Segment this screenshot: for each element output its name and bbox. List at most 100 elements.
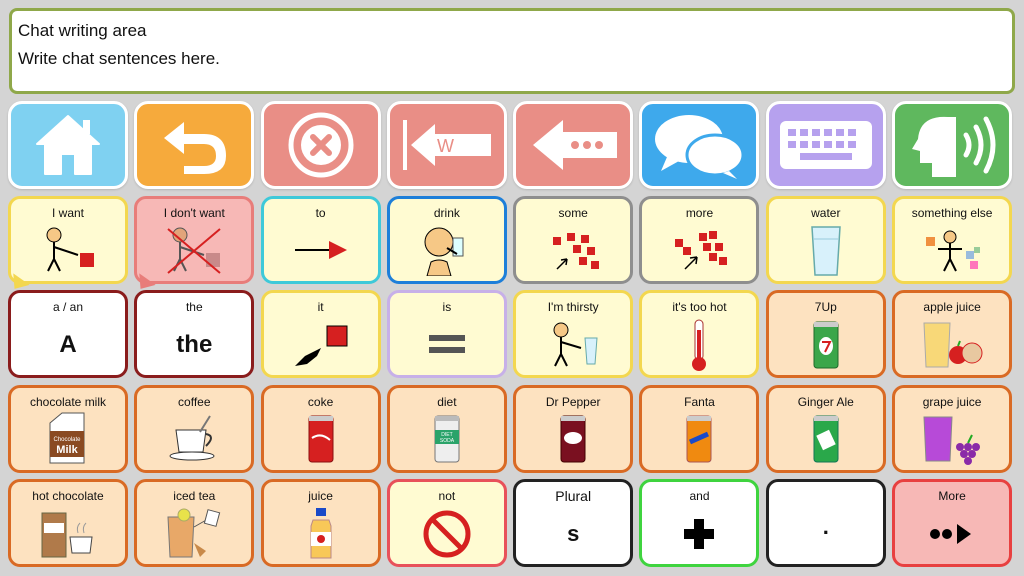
symbol-im-thirsty[interactable]: I'm thirsty bbox=[513, 290, 634, 378]
chocolate-milk-carton-icon: ChocolateMilk bbox=[49, 412, 85, 464]
symbol-it[interactable]: it bbox=[260, 290, 381, 378]
undo-arrow-icon bbox=[164, 122, 227, 174]
home-button[interactable] bbox=[8, 101, 128, 189]
cell-label: chocolate milk bbox=[29, 394, 107, 409]
fanta-can-icon bbox=[686, 415, 712, 463]
symbol-fanta[interactable]: Fanta bbox=[639, 384, 760, 473]
symbol-i-want[interactable]: I want bbox=[8, 195, 128, 284]
backspace-icon bbox=[533, 120, 618, 170]
cell-label: it bbox=[317, 300, 324, 314]
cell-label: hot chocolate bbox=[32, 489, 104, 503]
symbol-grid: W I want I don't want to drink some more… bbox=[8, 101, 1016, 567]
symbol-chocolate-milk[interactable]: chocolate milk Chocolate Milk bbox=[8, 384, 128, 473]
person-drinking-icon bbox=[424, 227, 464, 276]
chat-writing-area[interactable]: Chat writing area Write chat sentences h… bbox=[9, 8, 1015, 94]
cell-label: iced tea bbox=[173, 489, 216, 503]
grape-juice-icon bbox=[923, 416, 981, 465]
symbol-not[interactable]: not bbox=[386, 479, 507, 567]
cell-label: the bbox=[185, 300, 203, 314]
equals-icon bbox=[428, 334, 465, 353]
something-else-icon bbox=[926, 230, 981, 272]
symbol-juice[interactable]: juice bbox=[260, 479, 381, 567]
cell-label: juice bbox=[308, 489, 333, 503]
undo-button[interactable] bbox=[134, 101, 255, 189]
clear-button[interactable] bbox=[260, 101, 381, 189]
symbol-hot-chocolate[interactable]: hot chocolate bbox=[8, 479, 128, 567]
cell-label: diet bbox=[437, 394, 457, 409]
clear-x-icon bbox=[288, 112, 354, 178]
person-refusing-icon bbox=[167, 227, 221, 274]
cell-label: Plural bbox=[555, 488, 592, 504]
a-an-symbol: A bbox=[59, 330, 77, 358]
cell-label: some bbox=[558, 205, 588, 220]
juice-bottle-icon bbox=[310, 507, 332, 558]
symbol-ginger-ale[interactable]: Ginger Ale bbox=[765, 384, 886, 473]
symbol-iced-tea[interactable]: iced tea bbox=[134, 479, 255, 567]
cell-label: it's too hot bbox=[672, 300, 727, 314]
delete-word-letter: W bbox=[437, 136, 454, 156]
symbol-to[interactable]: to bbox=[260, 195, 381, 284]
symbol-diet[interactable]: diet DIET SODA bbox=[386, 384, 507, 473]
cell-label: is bbox=[442, 300, 452, 314]
dr-pepper-can-icon bbox=[560, 415, 586, 463]
cell-label: a / an bbox=[52, 300, 84, 314]
cell-label: More bbox=[938, 489, 966, 503]
cell-label: something else bbox=[911, 205, 993, 220]
symbol-coffee[interactable]: coffee bbox=[134, 384, 255, 473]
speak-icon bbox=[912, 116, 996, 177]
person-reaching-icon bbox=[46, 227, 94, 272]
cell-label: and bbox=[689, 489, 710, 503]
keyboard-icon bbox=[779, 121, 872, 169]
symbol-some[interactable]: some bbox=[513, 195, 634, 284]
cell-label: not bbox=[438, 489, 456, 503]
symbol-7up[interactable]: 7Up bbox=[765, 290, 886, 378]
ginger-ale-can-icon bbox=[813, 415, 839, 463]
symbol-apple-juice[interactable]: apple juice bbox=[892, 290, 1013, 378]
more-arrow-icon bbox=[930, 523, 972, 544]
more-blocks-icon bbox=[675, 231, 728, 270]
symbol-plural[interactable]: Plural s bbox=[513, 479, 634, 567]
delete-word-button[interactable]: W bbox=[386, 101, 507, 189]
some-blocks-icon bbox=[553, 233, 600, 270]
cell-label: apple juice bbox=[923, 300, 981, 314]
symbol-and[interactable]: and bbox=[639, 479, 760, 567]
symbol-grape-juice[interactable]: grape juice bbox=[892, 384, 1013, 473]
cell-label: coffee bbox=[178, 394, 211, 409]
cell-label: Fanta bbox=[684, 394, 715, 409]
cell-label: I'm thirsty bbox=[547, 300, 599, 314]
apple-juice-icon bbox=[923, 322, 983, 367]
symbol-dr-pepper[interactable]: Dr Pepper bbox=[513, 384, 634, 473]
symbol-water[interactable]: water bbox=[765, 195, 886, 284]
cell-label: I want bbox=[51, 205, 84, 220]
symbol-period[interactable]: . bbox=[765, 479, 886, 567]
more-page-button[interactable]: More bbox=[892, 479, 1013, 567]
cell-label: Dr Pepper bbox=[545, 394, 601, 409]
cell-label: more bbox=[685, 205, 714, 220]
symbol-a-an[interactable]: a / an A bbox=[8, 290, 128, 378]
svg-text:SODA: SODA bbox=[440, 438, 455, 444]
cell-label: grape juice bbox=[922, 394, 982, 409]
symbol-its-too-hot[interactable]: it's too hot bbox=[639, 290, 760, 378]
cell-label: I don't want bbox=[163, 205, 225, 220]
symbol-the[interactable]: the the bbox=[134, 290, 255, 378]
hot-chocolate-icon bbox=[41, 512, 93, 557]
keyboard-button[interactable] bbox=[765, 101, 886, 189]
chat-button[interactable] bbox=[639, 101, 760, 189]
backspace-button[interactable] bbox=[513, 101, 634, 189]
symbol-is[interactable]: is bbox=[386, 290, 507, 378]
cell-label: water bbox=[811, 205, 841, 220]
symbol-i-dont-want[interactable]: I don't want bbox=[134, 195, 255, 284]
the-symbol: the bbox=[176, 330, 213, 358]
pointing-hand-icon bbox=[294, 325, 348, 366]
coke-can-icon bbox=[308, 415, 334, 463]
prohibited-icon bbox=[423, 510, 471, 557]
chat-bubbles-icon bbox=[655, 115, 745, 179]
chat-input[interactable]: Write chat sentences here. bbox=[18, 45, 1006, 73]
symbol-drink[interactable]: drink bbox=[386, 195, 507, 284]
delete-word-icon: W bbox=[402, 120, 491, 170]
cell-label: coke bbox=[307, 394, 334, 409]
symbol-something-else[interactable]: something else bbox=[892, 195, 1013, 284]
symbol-more[interactable]: more bbox=[639, 195, 760, 284]
symbol-coke[interactable]: coke bbox=[260, 384, 381, 473]
speak-button[interactable] bbox=[892, 101, 1013, 189]
